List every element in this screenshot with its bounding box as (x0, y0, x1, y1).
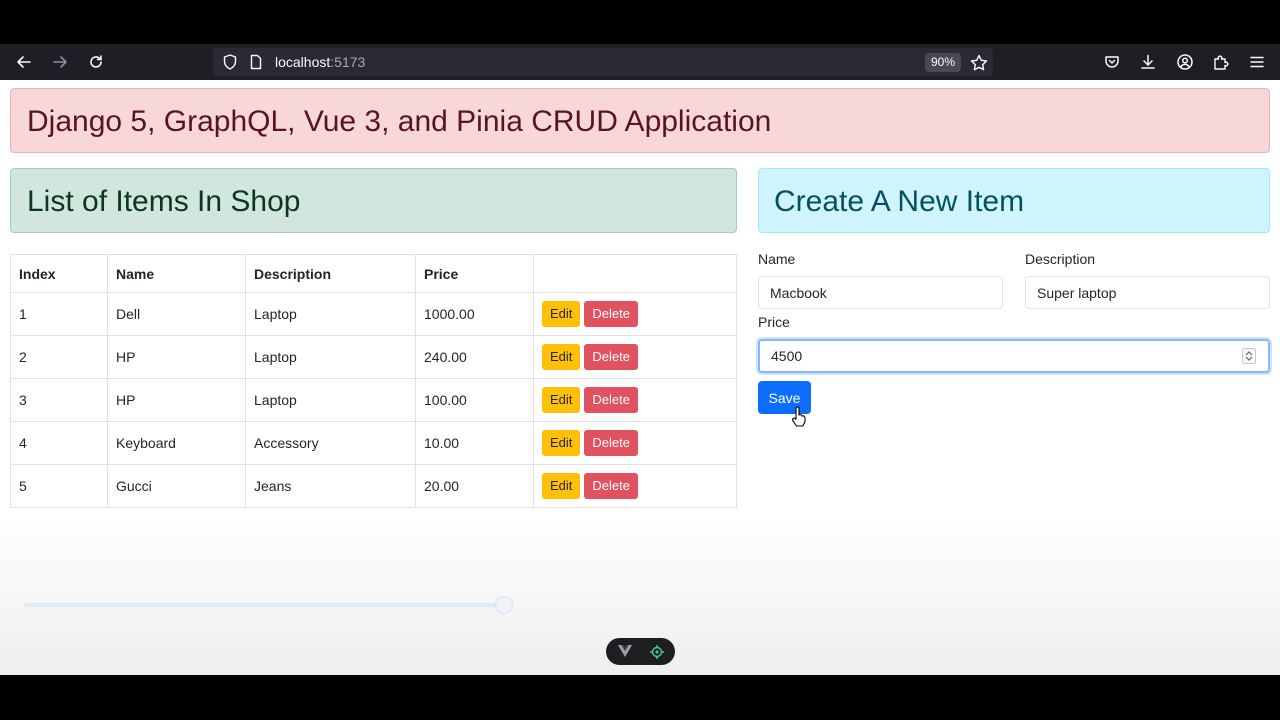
price-stepper[interactable] (1242, 348, 1256, 364)
video-progress-track[interactable] (24, 603, 504, 607)
cell-name: Gucci (107, 464, 246, 508)
arrow-right-icon (53, 56, 67, 68)
letterbox-top (0, 0, 1280, 44)
download-icon (1141, 54, 1155, 69)
extensions-button[interactable] (1209, 50, 1233, 74)
edit-button[interactable]: Edit (542, 387, 581, 413)
table-row: 3 HP Laptop 100.00 Edit Delete (10, 378, 737, 422)
puzzle-icon (1214, 55, 1229, 70)
cell-description: Laptop (245, 292, 416, 336)
cell-description: Laptop (245, 335, 416, 379)
delete-button[interactable]: Delete (584, 387, 638, 413)
reload-icon (90, 55, 102, 68)
page-content: Django 5, GraphQL, Vue 3, and Pinia CRUD… (0, 80, 1280, 675)
cell-index: 5 (10, 464, 108, 508)
downloads-button[interactable] (1136, 50, 1160, 74)
url-bar[interactable]: localhost:5173 90% (213, 48, 993, 76)
url-text[interactable]: localhost:5173 (275, 54, 365, 70)
account-button[interactable] (1173, 50, 1197, 74)
price-label: Price (758, 314, 790, 330)
url-host: localhost (275, 54, 331, 70)
cell-actions: Edit Delete (533, 464, 737, 508)
column-header-index: Index (10, 254, 108, 293)
delete-button[interactable]: Delete (584, 430, 638, 456)
cell-description: Laptop (245, 378, 416, 422)
chevron-down-icon (1245, 356, 1253, 361)
form-title-alert: Create A New Item (758, 168, 1270, 233)
cell-index: 3 (10, 378, 108, 422)
cell-name: HP (107, 335, 246, 379)
cell-index: 2 (10, 335, 108, 379)
name-label: Name (758, 251, 796, 267)
column-header-price: Price (415, 254, 534, 293)
browser-toolbar: localhost:5173 90% (0, 44, 1280, 80)
video-progress-knob[interactable] (495, 596, 513, 614)
table-row: 4 Keyboard Accessory 10.00 Edit Delete (10, 421, 737, 465)
account-icon (1177, 54, 1193, 70)
forward-button[interactable] (48, 50, 72, 74)
pocket-button[interactable] (1100, 50, 1124, 74)
edit-button[interactable]: Edit (542, 430, 581, 456)
reload-button[interactable] (84, 50, 108, 74)
cell-price: 240.00 (415, 335, 534, 379)
cell-name: HP (107, 378, 246, 422)
cell-price: 20.00 (415, 464, 534, 508)
description-label: Description (1025, 251, 1096, 267)
column-header-actions (533, 254, 737, 293)
table-row: 1 Dell Laptop 1000.00 Edit Delete (10, 292, 737, 336)
back-button[interactable] (12, 50, 36, 74)
cell-description: Accessory (245, 421, 416, 465)
list-title-alert: List of Items In Shop (10, 168, 737, 233)
form-title: Create A New Item (774, 185, 1025, 218)
pocket-icon (1105, 56, 1119, 68)
url-port: :5173 (330, 54, 366, 70)
table-header-row: Index Name Description Price (10, 254, 737, 293)
arrow-left-icon (17, 56, 31, 68)
star-icon[interactable] (969, 53, 989, 73)
vue-devtools-button[interactable] (606, 638, 675, 665)
price-input[interactable] (758, 339, 1270, 373)
cell-actions: Edit Delete (533, 421, 737, 465)
description-input[interactable] (1025, 276, 1270, 309)
table-row: 5 Gucci Jeans 20.00 Edit Delete (10, 464, 737, 508)
items-table: Index Name Description Price 1 Dell Lapt… (10, 254, 737, 508)
table-row: 2 HP Laptop 240.00 Edit Delete (10, 335, 737, 379)
delete-button[interactable]: Delete (584, 301, 638, 327)
delete-button[interactable]: Delete (584, 344, 638, 370)
inspect-target-icon (650, 645, 664, 659)
list-title: List of Items In Shop (27, 185, 301, 218)
edit-button[interactable]: Edit (542, 301, 581, 327)
cell-actions: Edit Delete (533, 378, 737, 422)
cell-index: 4 (10, 421, 108, 465)
cell-name: Dell (107, 292, 246, 336)
letterbox-bottom (0, 675, 1280, 720)
cell-actions: Edit Delete (533, 292, 737, 336)
cell-price: 10.00 (415, 421, 534, 465)
page-icon[interactable] (247, 53, 265, 71)
vue-logo-icon (618, 645, 632, 657)
column-header-name: Name (107, 254, 246, 293)
name-input[interactable] (758, 276, 1003, 309)
zoom-badge[interactable]: 90% (925, 53, 962, 72)
cell-price: 100.00 (415, 378, 534, 422)
delete-button[interactable]: Delete (584, 473, 638, 499)
column-header-description: Description (245, 254, 416, 293)
edit-button[interactable]: Edit (542, 473, 581, 499)
cell-actions: Edit Delete (533, 335, 737, 379)
cell-price: 1000.00 (415, 292, 534, 336)
hand-cursor-icon (792, 406, 806, 427)
cell-description: Jeans (245, 464, 416, 508)
menu-button[interactable] (1245, 50, 1269, 74)
edit-button[interactable]: Edit (542, 344, 581, 370)
page-title: Django 5, GraphQL, Vue 3, and Pinia CRUD… (27, 105, 772, 138)
shield-icon[interactable] (221, 53, 239, 71)
header-alert: Django 5, GraphQL, Vue 3, and Pinia CRUD… (10, 88, 1270, 153)
cell-index: 1 (10, 292, 108, 336)
hamburger-icon (1250, 56, 1264, 68)
cell-name: Keyboard (107, 421, 246, 465)
